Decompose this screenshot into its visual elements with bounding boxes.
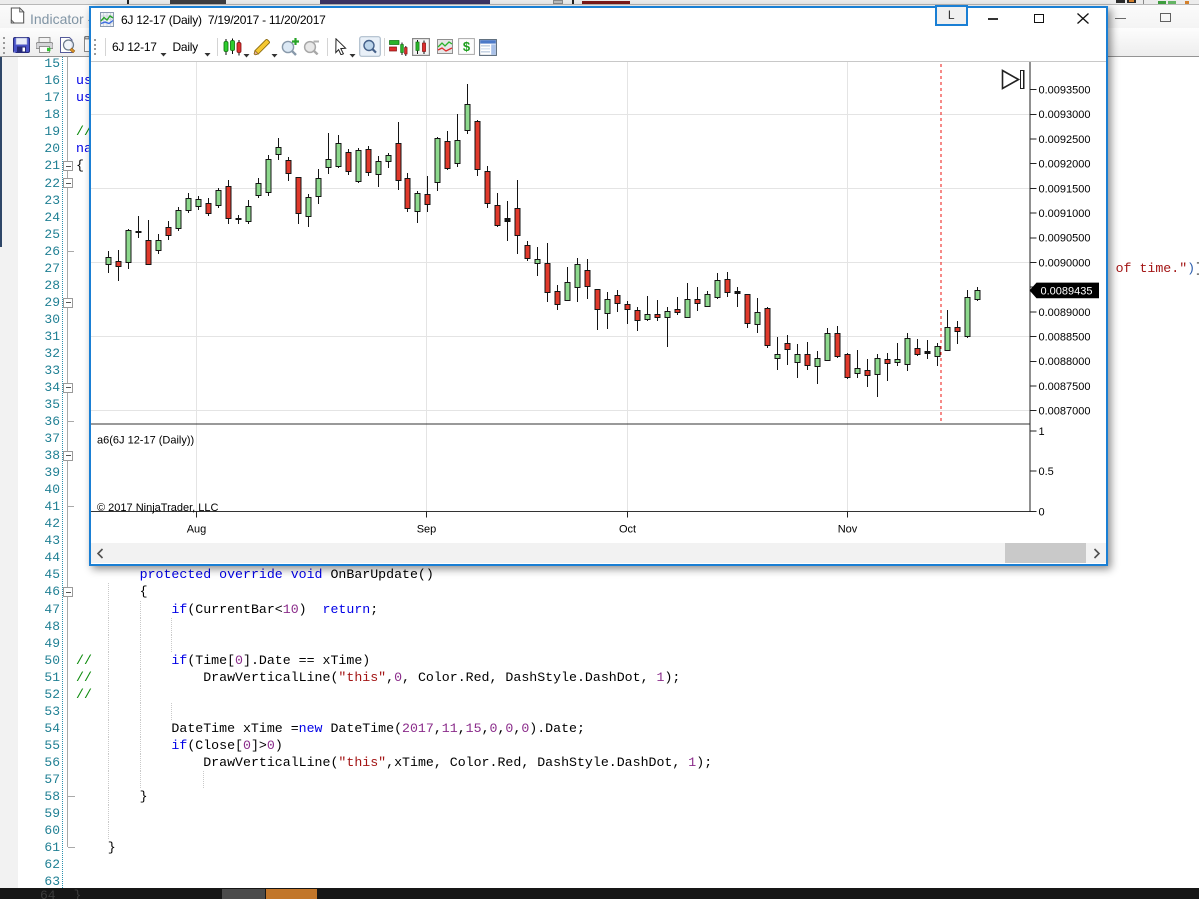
svg-text:0.0088000: 0.0088000 (1039, 356, 1091, 368)
svg-text:0.0091000: 0.0091000 (1039, 208, 1091, 220)
svg-text:Aug: Aug (187, 524, 207, 536)
svg-text:© 2017 NinjaTrader, LLC: © 2017 NinjaTrader, LLC (97, 502, 218, 514)
svg-text:0.0087000: 0.0087000 (1039, 406, 1091, 418)
svg-text:0.0089000: 0.0089000 (1039, 307, 1091, 319)
svg-text:1: 1 (1039, 426, 1045, 438)
svg-text:0.5: 0.5 (1039, 466, 1054, 478)
svg-text:Nov: Nov (838, 524, 858, 536)
svg-text:0.0091500: 0.0091500 (1039, 183, 1091, 195)
svg-text:Oct: Oct (619, 524, 636, 536)
svg-text:0.0092000: 0.0092000 (1039, 159, 1091, 171)
svg-text:0.0093500: 0.0093500 (1039, 85, 1091, 97)
svg-text:0.0090000: 0.0090000 (1039, 257, 1091, 269)
svg-text:0.0090500: 0.0090500 (1039, 233, 1091, 245)
svg-text:0.0093000: 0.0093000 (1039, 109, 1091, 121)
svg-text:Sep: Sep (417, 524, 437, 536)
svg-text:0.0089435: 0.0089435 (1041, 285, 1093, 297)
svg-text:0.0088500: 0.0088500 (1039, 332, 1091, 344)
svg-text:0.0092500: 0.0092500 (1039, 134, 1091, 146)
svg-text:a6(6J 12-17 (Daily)): a6(6J 12-17 (Daily)) (97, 435, 194, 447)
svg-text:$: $ (462, 39, 470, 54)
svg-text:0.0087500: 0.0087500 (1039, 381, 1091, 393)
svg-text:0: 0 (1039, 506, 1045, 518)
